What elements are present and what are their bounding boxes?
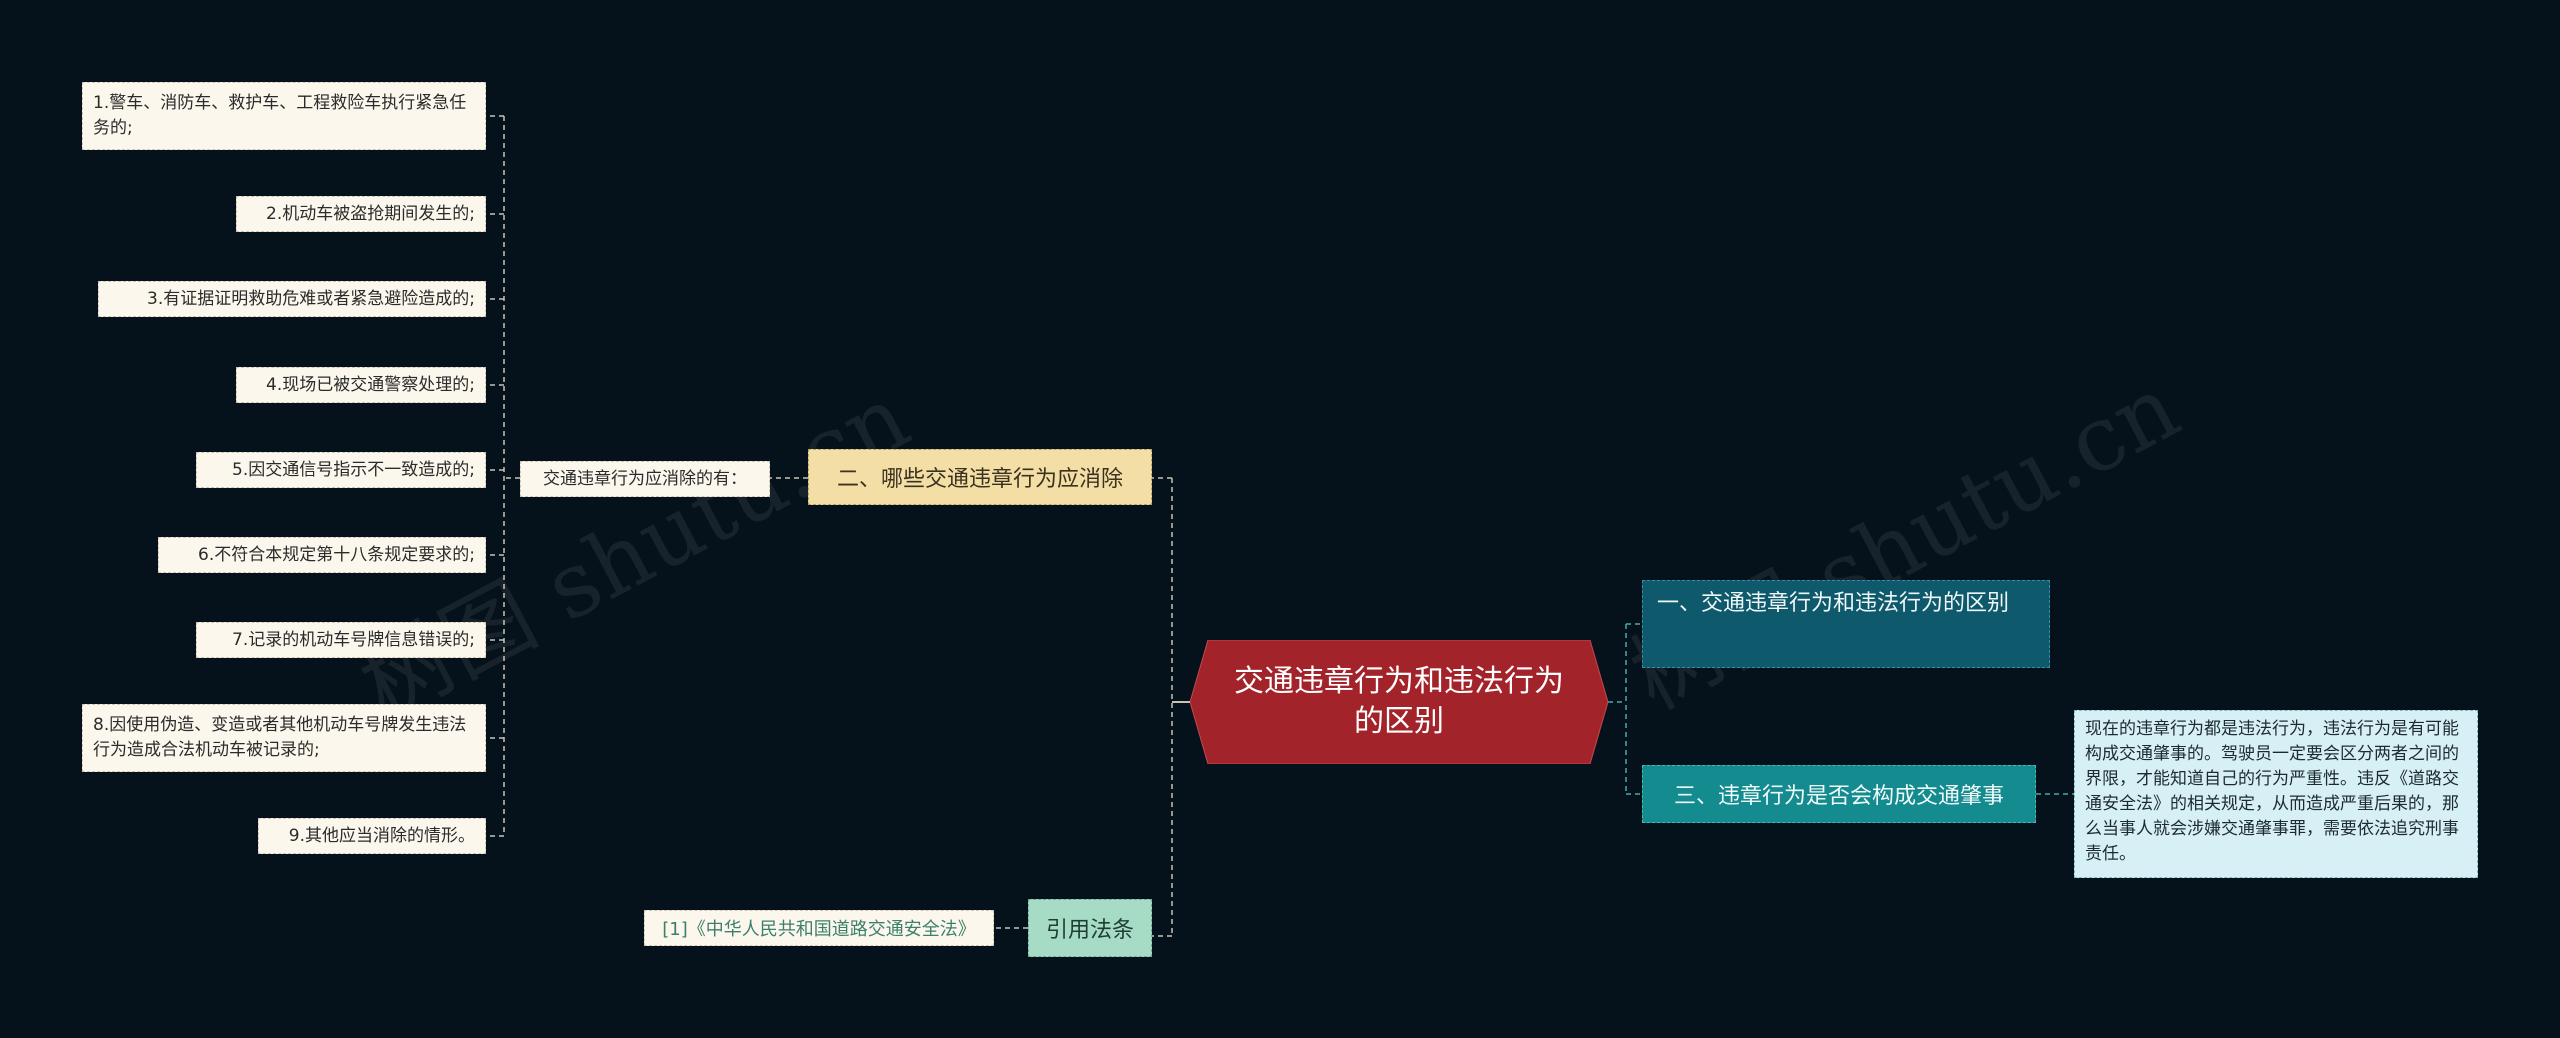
leaf-item-5[interactable]: 5.因交通信号指示不一致造成的; bbox=[196, 452, 486, 488]
citation-text: [1]《中华人民共和国道路交通安全法》 bbox=[662, 919, 976, 940]
leaf-item-4[interactable]: 4.现场已被交通警察处理的; bbox=[236, 367, 486, 403]
connector-lines bbox=[486, 115, 2074, 937]
leaf-text: 1.警车、消防车、救护车、工程救险车执行紧急任务的; bbox=[93, 93, 467, 138]
center-topic[interactable]: 交通违章行为和违法行为的区别 bbox=[1190, 640, 1608, 764]
leaf-text: 8.因使用伪造、变造或者其他机动车号牌发生违法行为造成合法机动车被记录的; bbox=[93, 715, 467, 760]
leaf-item-1[interactable]: 1.警车、消防车、救护车、工程救险车执行紧急任务的; bbox=[82, 82, 486, 150]
leaf-text: 7.记录的机动车号牌信息错误的; bbox=[232, 629, 475, 650]
leaf-item-6[interactable]: 6.不符合本规定第十八条规定要求的; bbox=[158, 537, 486, 573]
leaf-item-9[interactable]: 9.其他应当消除的情形。 bbox=[258, 818, 486, 854]
citation-link-road-traffic-safety-law[interactable]: [1]《中华人民共和国道路交通安全法》 bbox=[644, 910, 994, 946]
leaf-text: 2.机动车被盗抢期间发生的; bbox=[266, 203, 475, 224]
sub-topic-label: 交通违章行为应消除的有： bbox=[543, 469, 747, 489]
leaf-text: 6.不符合本规定第十八条规定要求的; bbox=[198, 544, 475, 565]
branch-label: 三、违章行为是否会构成交通肇事 bbox=[1673, 784, 2004, 809]
branch-which-violations-eliminated[interactable]: 二、哪些交通违章行为应消除 bbox=[808, 449, 1152, 505]
leaf-item-7[interactable]: 7.记录的机动车号牌信息错误的; bbox=[196, 622, 486, 658]
branch-cited-law[interactable]: 引用法条 bbox=[1028, 899, 1152, 957]
leaf-item-8[interactable]: 8.因使用伪造、变造或者其他机动车号牌发生违法行为造成合法机动车被记录的; bbox=[82, 704, 486, 772]
leaf-text: 9.其他应当消除的情形。 bbox=[288, 825, 475, 846]
description-traffic-accident[interactable]: 现在的违章行为都是违法行为，违法行为是有可能构成交通肇事的。驾驶员一定要会区分两… bbox=[2074, 710, 2478, 878]
sub-topic-eliminated-list[interactable]: 交通违章行为应消除的有： bbox=[520, 461, 770, 497]
leaf-item-3[interactable]: 3.有证据证明救助危难或者紧急避险造成的; bbox=[98, 281, 486, 317]
description-text: 现在的违章行为都是违法行为，违法行为是有可能构成交通肇事的。驾驶员一定要会区分两… bbox=[2085, 719, 2459, 864]
branch-label: 引用法条 bbox=[1045, 918, 1134, 943]
center-topic-label: 交通违章行为和违法行为的区别 bbox=[1234, 664, 1564, 739]
branch-label: 二、哪些交通违章行为应消除 bbox=[836, 467, 1123, 492]
branch-violation-traffic-accident[interactable]: 三、违章行为是否会构成交通肇事 bbox=[1642, 765, 2036, 823]
leaf-text: 4.现场已被交通警察处理的; bbox=[266, 374, 475, 395]
branch-label: 一、交通违章行为和违法行为的区别 bbox=[1657, 591, 2010, 616]
branch-difference-violation-illegal[interactable]: 一、交通违章行为和违法行为的区别 bbox=[1642, 580, 2050, 668]
leaf-item-2[interactable]: 2.机动车被盗抢期间发生的; bbox=[236, 196, 486, 232]
leaf-text: 5.因交通信号指示不一致造成的; bbox=[232, 459, 475, 480]
leaf-text: 3.有证据证明救助危难或者紧急避险造成的; bbox=[147, 288, 475, 309]
